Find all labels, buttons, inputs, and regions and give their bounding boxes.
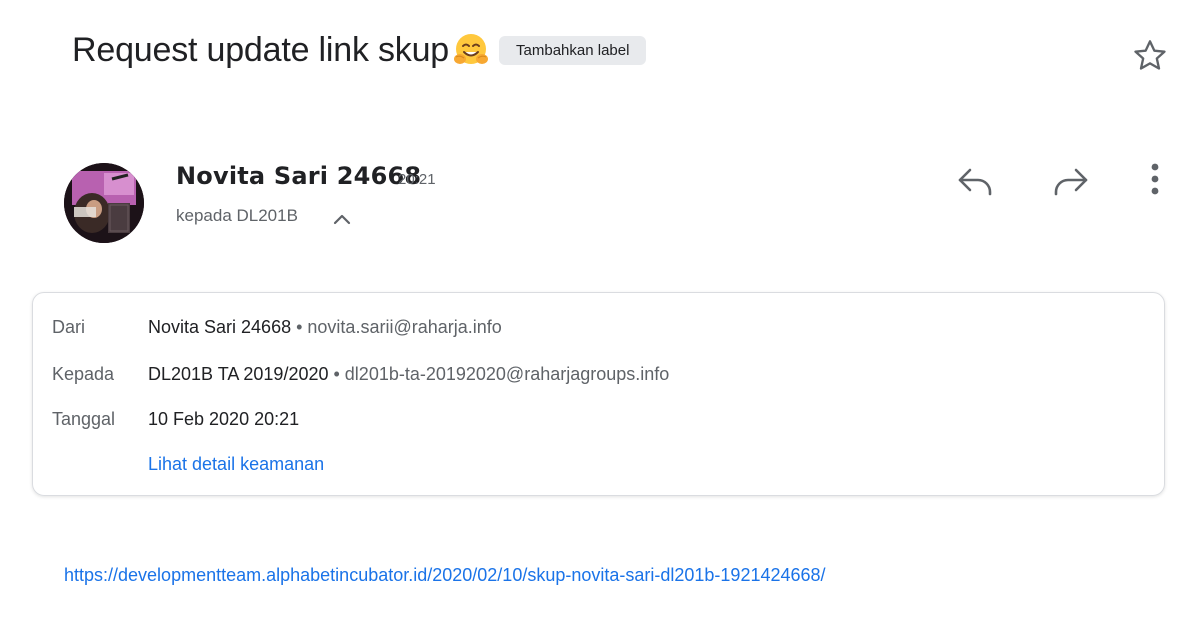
more-vert-icon[interactable] [1136, 160, 1176, 200]
hugging-face-icon [451, 30, 491, 70]
separator: • [291, 317, 308, 337]
to-name: DL201B TA 2019/2020 [148, 364, 329, 384]
body-link[interactable]: https://developmentteam.alphabetincubato… [64, 565, 826, 586]
sender-name: Novita Sari 24668 [176, 162, 422, 190]
to-value: DL201B TA 2019/2020 • dl201b-ta-20192020… [148, 364, 669, 385]
to-label: Kepada [52, 364, 115, 384]
sender-time: 20:21 [398, 171, 436, 188]
date-value: 10 Feb 2020 20:21 [148, 409, 300, 429]
to-email: dl201b-ta-20192020@raharjagroups.info [344, 364, 670, 384]
from-name: Novita Sari 24668 [148, 317, 292, 337]
forward-icon[interactable] [1050, 160, 1090, 200]
subject-row: Request update link skup Tambahkan label [72, 30, 647, 70]
sender-avatar [64, 163, 144, 243]
reply-icon[interactable] [956, 160, 996, 200]
date-label: Tanggal [52, 409, 116, 429]
security-details-link[interactable]: Lihat detail keamanan [148, 454, 324, 475]
star-icon[interactable] [1130, 36, 1170, 76]
add-label-button[interactable]: Tambahkan label [499, 35, 647, 65]
from-email: novita.sarii@raharja.info [307, 317, 502, 337]
from-label: Dari [52, 317, 86, 337]
recipient-summary: kepada DL201B [176, 206, 298, 225]
email-subject: Request update link skup [72, 30, 450, 69]
from-value: Novita Sari 24668 • novita.sarii@raharja… [148, 317, 502, 338]
chevron-up-icon[interactable] [330, 207, 354, 231]
separator: • [328, 364, 345, 384]
